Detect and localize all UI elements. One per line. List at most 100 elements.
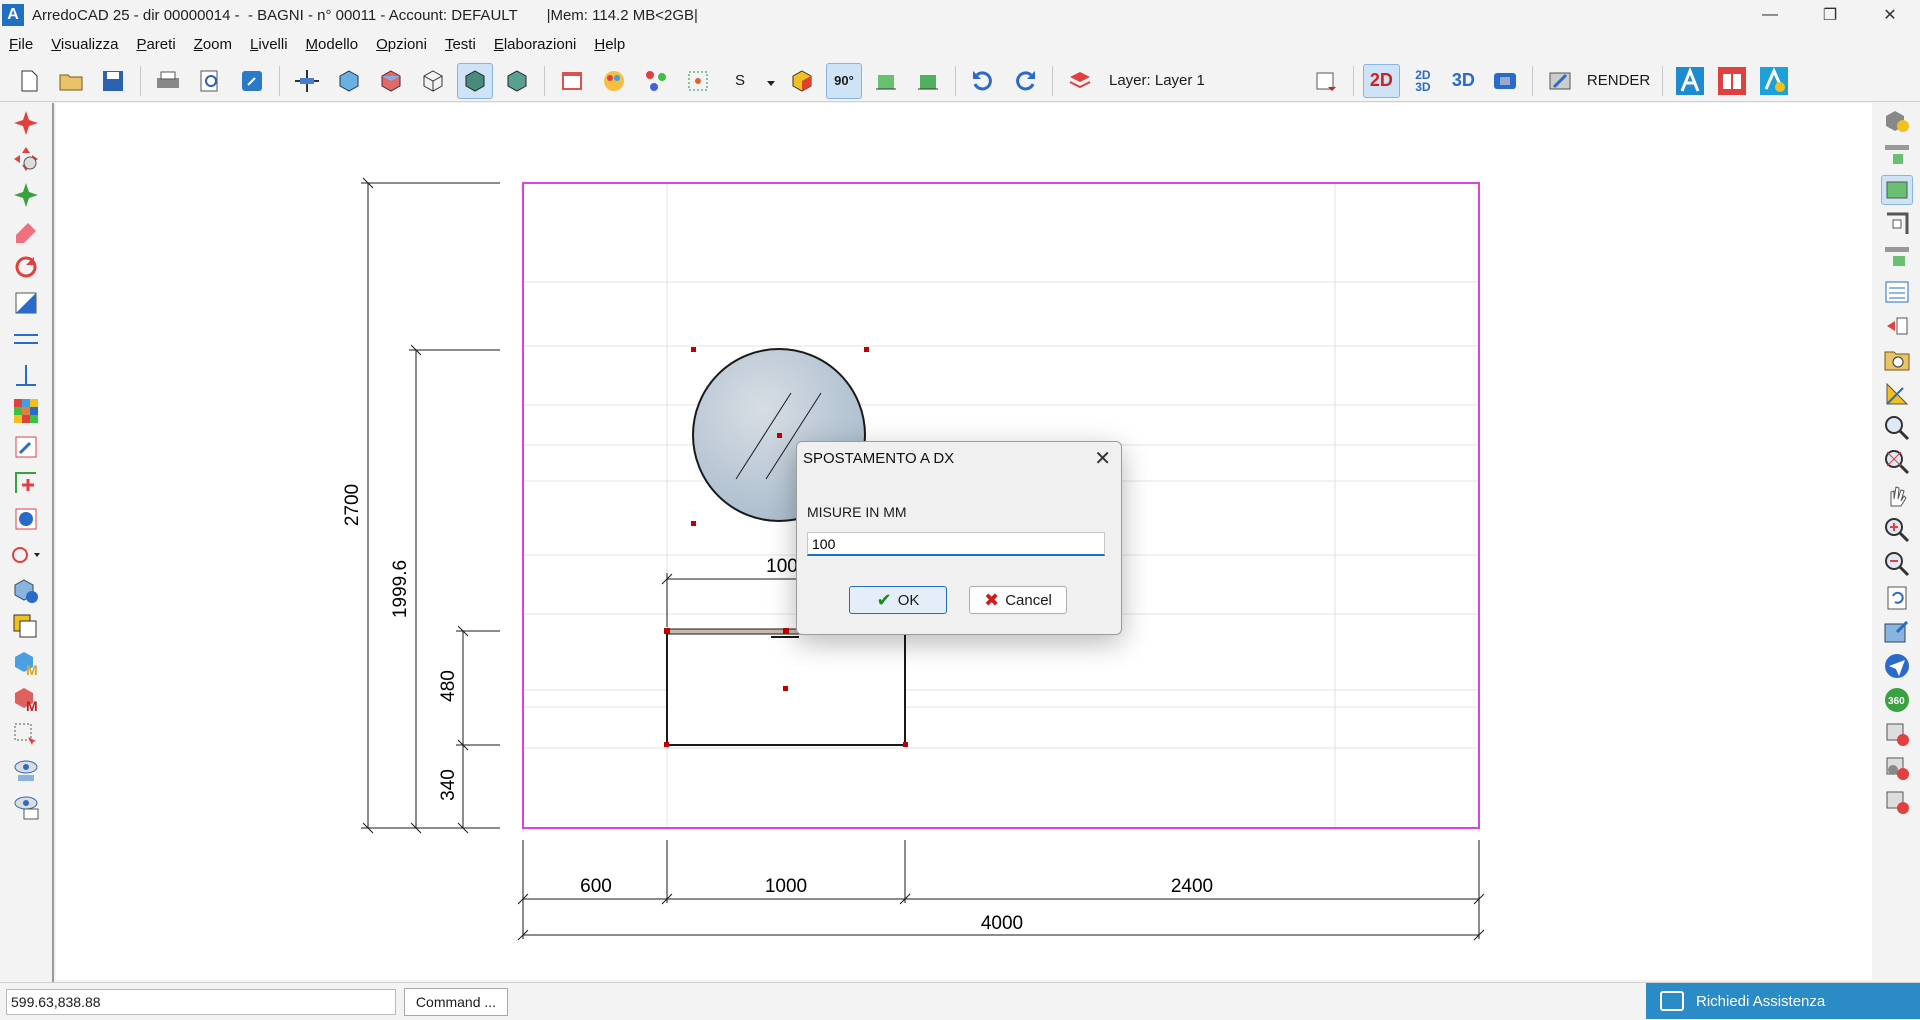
parallel-tool[interactable] bbox=[10, 323, 42, 355]
zoom-in-tool[interactable] bbox=[1881, 515, 1913, 545]
shaded-view-button[interactable] bbox=[499, 63, 535, 99]
wall-corner-tool[interactable] bbox=[1881, 209, 1913, 239]
solid-view-button[interactable] bbox=[457, 62, 493, 99]
textures-button[interactable] bbox=[638, 63, 674, 99]
menu-file[interactable]: File bbox=[0, 36, 42, 53]
redo-button[interactable] bbox=[1007, 63, 1043, 99]
folder-search-tool[interactable] bbox=[1881, 345, 1913, 375]
select-tool[interactable] bbox=[10, 107, 42, 139]
snap-s-button[interactable]: S bbox=[722, 63, 758, 99]
cloud-update-button[interactable] bbox=[1756, 63, 1792, 99]
floor-plan-button[interactable] bbox=[868, 63, 904, 99]
array-tool[interactable] bbox=[10, 395, 42, 427]
attach-button[interactable] bbox=[234, 63, 270, 99]
menu-visualizza[interactable]: Visualizza bbox=[42, 36, 127, 53]
arredocad-button[interactable] bbox=[1672, 63, 1708, 99]
cancel-button[interactable]: ✖ Cancel bbox=[969, 586, 1067, 614]
render-button[interactable]: RENDER bbox=[1587, 72, 1650, 89]
menu-zoom[interactable]: Zoom bbox=[185, 36, 241, 53]
catalog-button[interactable] bbox=[554, 63, 590, 99]
layers-tool[interactable] bbox=[10, 611, 42, 643]
material-m-tool[interactable]: M bbox=[10, 647, 42, 679]
minimize-button[interactable]: — bbox=[1740, 0, 1800, 30]
request-assistance-button[interactable]: Richiedi Assistenza bbox=[1646, 983, 1920, 1019]
material-m-red-tool[interactable]: M bbox=[10, 683, 42, 715]
refresh-3d-tool[interactable] bbox=[1881, 107, 1913, 137]
print-preview-button[interactable] bbox=[192, 63, 228, 99]
align-tool[interactable] bbox=[1881, 311, 1913, 341]
ok-button[interactable]: ✔ OK bbox=[849, 586, 947, 614]
view-360-tool[interactable]: 360 bbox=[1881, 685, 1913, 715]
layer-dropdown-button[interactable] bbox=[1308, 63, 1344, 99]
mode-3d-button[interactable]: 3D bbox=[1446, 64, 1481, 98]
dropdown-tool[interactable] bbox=[10, 539, 42, 571]
cube-red-button[interactable] bbox=[373, 63, 409, 99]
view-eye-tool[interactable] bbox=[10, 755, 42, 787]
menu-pareti[interactable]: Pareti bbox=[127, 36, 184, 53]
layer-button[interactable] bbox=[1062, 63, 1098, 99]
menu-elaborazioni[interactable]: Elaborazioni bbox=[485, 36, 586, 53]
open-file-button[interactable] bbox=[53, 63, 89, 99]
restore-button[interactable]: ❐ bbox=[1800, 0, 1860, 30]
wall-side-tool[interactable] bbox=[1881, 243, 1913, 273]
manual-button[interactable] bbox=[1714, 63, 1750, 99]
edit-object-tool[interactable] bbox=[10, 431, 42, 463]
view-eye-alt-tool[interactable] bbox=[10, 791, 42, 823]
dropdown-arrow-button[interactable] bbox=[764, 63, 778, 99]
toolbar-separator bbox=[955, 65, 956, 96]
color-cube-button[interactable] bbox=[784, 63, 820, 99]
export-tool[interactable] bbox=[1881, 617, 1913, 647]
measure-label: MISURE IN MM bbox=[807, 504, 907, 520]
stretch-tool[interactable] bbox=[10, 179, 42, 211]
crosshair-button[interactable] bbox=[289, 63, 325, 99]
redraw-tool[interactable] bbox=[1881, 583, 1913, 613]
zoom-extents-tool[interactable] bbox=[1881, 447, 1913, 477]
camera-c-tool[interactable] bbox=[1881, 787, 1913, 817]
toolbar-separator bbox=[1662, 65, 1664, 96]
mode-3d-label: 3D bbox=[1451, 70, 1475, 90]
mirror-tool[interactable] bbox=[10, 287, 42, 319]
object-info-tool[interactable] bbox=[10, 575, 42, 607]
pan-tool[interactable] bbox=[1881, 481, 1913, 511]
zoom-window-tool[interactable] bbox=[1881, 413, 1913, 443]
wall-top-tool[interactable] bbox=[1881, 141, 1913, 171]
angle-90-button[interactable]: 90° bbox=[826, 62, 862, 99]
grid-button[interactable] bbox=[680, 63, 716, 99]
menu-livelli[interactable]: Livelli bbox=[241, 36, 297, 53]
floor-plan-alt-button[interactable] bbox=[910, 63, 946, 99]
close-button[interactable]: ✕ bbox=[1860, 0, 1920, 30]
rotate-tool[interactable] bbox=[10, 251, 42, 283]
wireframe-button[interactable] bbox=[415, 63, 451, 99]
distance-input[interactable] bbox=[807, 532, 1105, 556]
settings-c-tool[interactable] bbox=[1881, 753, 1913, 783]
undo-button[interactable] bbox=[965, 63, 1001, 99]
erase-tool[interactable] bbox=[10, 215, 42, 247]
move-tool[interactable] bbox=[10, 143, 42, 175]
command-button[interactable]: Command ... bbox=[404, 988, 508, 1016]
properties-tool[interactable] bbox=[1881, 277, 1913, 307]
print-button[interactable] bbox=[150, 63, 186, 99]
add-point-tool[interactable] bbox=[10, 467, 42, 499]
menu-opzioni[interactable]: Opzioni bbox=[367, 36, 436, 53]
measure-tool[interactable] bbox=[1881, 379, 1913, 409]
send-tool[interactable] bbox=[1881, 651, 1913, 681]
perpendicular-tool[interactable] bbox=[10, 359, 42, 391]
menu-help[interactable]: Help bbox=[585, 36, 634, 53]
panorama-button[interactable] bbox=[1487, 63, 1523, 99]
menu-testi[interactable]: Testi bbox=[436, 36, 485, 53]
cube-view-button[interactable] bbox=[331, 63, 367, 99]
wall-snap-tool[interactable] bbox=[1881, 175, 1913, 205]
info-tool[interactable] bbox=[10, 503, 42, 535]
mode-2d3d-button[interactable]: 2D 3D bbox=[1406, 64, 1440, 98]
dialog-close-button[interactable]: ✕ bbox=[1094, 446, 1111, 471]
eraser-icon bbox=[16, 223, 36, 243]
zoom-out-tool[interactable] bbox=[1881, 549, 1913, 579]
new-file-button[interactable] bbox=[11, 63, 47, 99]
materials-button[interactable] bbox=[596, 63, 632, 99]
menu-modello[interactable]: Modello bbox=[297, 36, 368, 53]
select-area-tool[interactable] bbox=[10, 719, 42, 751]
render-icon-button[interactable] bbox=[1542, 63, 1578, 99]
mode-2d-button[interactable]: 2D bbox=[1362, 63, 1400, 98]
save-button[interactable] bbox=[95, 63, 131, 99]
lights-tool[interactable] bbox=[1881, 719, 1913, 749]
